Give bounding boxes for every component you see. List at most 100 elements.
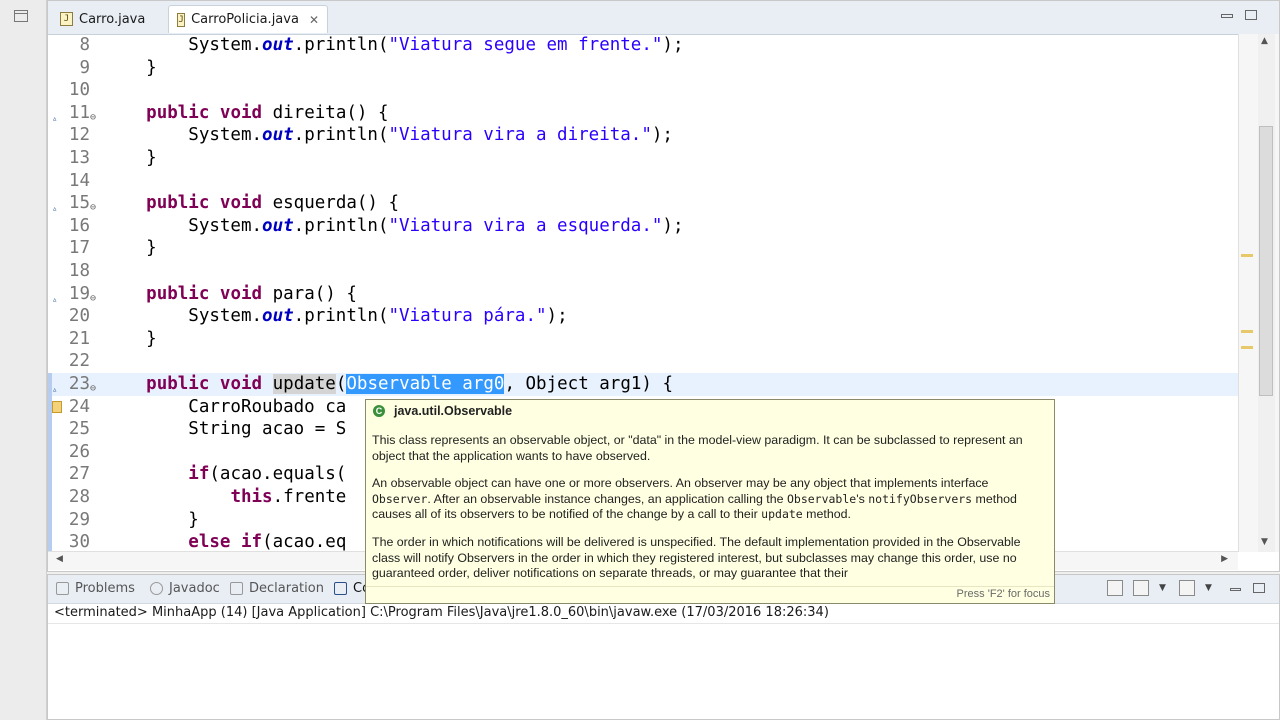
overview-marker[interactable] xyxy=(1241,346,1253,349)
code-line[interactable]: 9 } xyxy=(48,57,1238,80)
scroll-up-icon[interactable]: ▲ xyxy=(1261,36,1268,46)
scroll-thumb[interactable] xyxy=(1259,126,1273,396)
line-number: 16 xyxy=(68,215,90,236)
chevron-down-icon[interactable]: ▼ xyxy=(1205,580,1215,596)
tab-label: CarroPolicia.java xyxy=(191,12,299,27)
open-console-icon[interactable] xyxy=(1179,580,1195,596)
javadoc-title: java.util.Observable xyxy=(394,404,513,418)
code-text: } xyxy=(104,238,157,259)
line-number: 17 xyxy=(68,238,90,259)
javadoc-header: C java.util.Observable xyxy=(373,404,512,418)
code-text: System.out.println("Viatura segue em fre… xyxy=(104,35,684,55)
line-number: 22 xyxy=(68,351,90,372)
code-line[interactable]: ▵ 23 ⊖ public void update(Observable arg0,… xyxy=(48,373,1238,396)
tab-label: Carro.java xyxy=(79,11,146,27)
javadoc-footer: Press 'F2' for focus xyxy=(366,586,1054,603)
code-line[interactable]: 22 xyxy=(48,350,1238,373)
tab-label: Javadoc xyxy=(169,581,220,596)
code-text: public void esquerda() { xyxy=(146,193,400,214)
code-text: } xyxy=(104,57,157,78)
code-text: public void direita() { xyxy=(146,102,389,123)
scroll-left-icon[interactable]: ◀ xyxy=(56,554,63,564)
code-text: System.out.println("Viatura pára."); xyxy=(104,306,568,327)
overview-marker[interactable] xyxy=(1241,254,1253,257)
code-text: public void para() { xyxy=(146,283,357,304)
tab-problems[interactable]: Problems xyxy=(56,581,135,596)
chevron-down-icon[interactable]: ▼ xyxy=(1159,580,1169,596)
change-ruler xyxy=(48,373,52,552)
editor-tabbar: J Carro.java J CarroPolicia.java ✕ xyxy=(48,1,1279,35)
maximize-icon[interactable] xyxy=(1245,10,1257,20)
code-line[interactable]: 13 } xyxy=(48,147,1238,170)
console-icon xyxy=(334,582,347,595)
pin-console-icon[interactable] xyxy=(1107,580,1123,596)
line-number: 26 xyxy=(68,441,90,462)
minimize-icon[interactable] xyxy=(1230,588,1241,591)
line-number: 13 xyxy=(68,148,90,168)
javadoc-icon xyxy=(150,582,163,595)
focus-hint: Press 'F2' for focus xyxy=(956,588,1050,600)
code-line[interactable]: 20 System.out.println("Viatura pára."); xyxy=(48,305,1238,328)
left-trim xyxy=(0,0,47,720)
line-number: 21 xyxy=(68,328,90,349)
line-number: 11 xyxy=(68,102,90,123)
java-file-icon: J xyxy=(60,12,73,26)
code-line[interactable]: 8 System.out.println("Viatura segue em f… xyxy=(48,34,1238,57)
declaration-icon xyxy=(230,582,243,595)
line-number: 20 xyxy=(68,306,90,327)
code-line[interactable]: 17 } xyxy=(48,237,1238,260)
vertical-scrollbar[interactable]: ▲ ▼ xyxy=(1238,34,1279,552)
line-number: 10 xyxy=(68,80,90,101)
javadoc-paragraph: This class represents an observable obje… xyxy=(372,433,1023,463)
display-console-icon[interactable] xyxy=(1133,580,1149,596)
code-text: public void update(Observable arg0, Obje… xyxy=(146,374,674,394)
code-text: if(acao.equals( xyxy=(188,464,347,485)
line-number: 18 xyxy=(68,261,90,281)
line-number: 29 xyxy=(68,509,90,530)
maximize-icon[interactable] xyxy=(1253,583,1265,593)
javadoc-paragraph: An observable object can have one or mor… xyxy=(372,476,1017,521)
code-line[interactable]: 16 System.out.println("Viatura vira a es… xyxy=(48,215,1238,238)
scroll-down-icon[interactable]: ▼ xyxy=(1261,537,1268,547)
code-text: this.frente xyxy=(230,487,347,507)
code-text: CarroRoubado ca xyxy=(104,396,347,417)
line-number: 12 xyxy=(68,125,90,146)
line-number: 25 xyxy=(68,419,90,440)
line-number: 15 xyxy=(68,193,90,214)
line-number: 14 xyxy=(68,170,90,191)
javadoc-paragraph: The order in which notifications will be… xyxy=(372,535,1021,580)
tab-javadoc[interactable]: Javadoc xyxy=(150,581,220,596)
minimize-icon[interactable] xyxy=(1221,14,1233,18)
code-line[interactable]: ▵ 11 ⊖ public void direita() { xyxy=(48,102,1238,125)
console-status: <terminated> MinhaApp (14) [Java Applica… xyxy=(54,605,829,620)
tab-carro-java[interactable]: J Carro.java xyxy=(52,5,164,33)
console-output[interactable] xyxy=(48,623,1279,719)
code-text: System.out.println("Viatura vira a esque… xyxy=(104,215,684,236)
scroll-right-icon[interactable]: ▶ xyxy=(1221,554,1228,564)
class-icon: C xyxy=(373,405,385,417)
console-toolbar: ▼ ▼ xyxy=(1107,580,1215,596)
overview-marker[interactable] xyxy=(1241,330,1253,333)
tab-carropolicia-java[interactable]: J CarroPolicia.java ✕ xyxy=(168,5,328,33)
line-number: 27 xyxy=(68,464,90,485)
tab-declaration[interactable]: Declaration xyxy=(230,581,324,596)
code-line[interactable]: ▵ 19 ⊖ public void para() { xyxy=(48,283,1238,306)
code-line[interactable]: ▵ 15 ⊖ public void esquerda() { xyxy=(48,192,1238,215)
restore-icon[interactable] xyxy=(14,10,28,22)
code-line[interactable]: 10 xyxy=(48,79,1238,102)
javadoc-hover[interactable]: C java.util.Observable This class repres… xyxy=(365,399,1055,604)
code-line[interactable]: 14 xyxy=(48,170,1238,193)
code-line[interactable]: 21 } xyxy=(48,328,1238,351)
java-file-icon: J xyxy=(177,12,186,27)
code-line[interactable]: 12 System.out.println("Viatura vira a di… xyxy=(48,124,1238,147)
code-text: else if(acao.eq xyxy=(188,532,347,552)
code-text: } xyxy=(104,148,157,168)
line-number: 28 xyxy=(68,487,90,507)
problems-icon xyxy=(56,582,69,595)
code-line[interactable]: 18 xyxy=(48,260,1238,283)
code-text: String acao = S xyxy=(104,419,347,440)
close-tab-icon[interactable]: ✕ xyxy=(309,13,319,27)
line-number: 24 xyxy=(68,396,90,417)
line-number: 9 xyxy=(79,57,90,78)
line-number: 8 xyxy=(79,35,90,55)
